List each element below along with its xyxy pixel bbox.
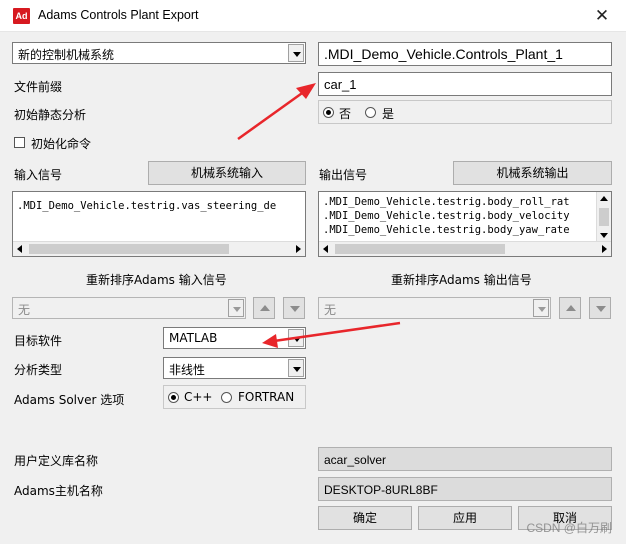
annotation-arrow-target [262,321,401,348]
csdn-watermark: CSDN @白万刷 [526,521,612,535]
annotation-arrows [237,83,401,348]
annotation-arrow-prefix [237,83,316,141]
